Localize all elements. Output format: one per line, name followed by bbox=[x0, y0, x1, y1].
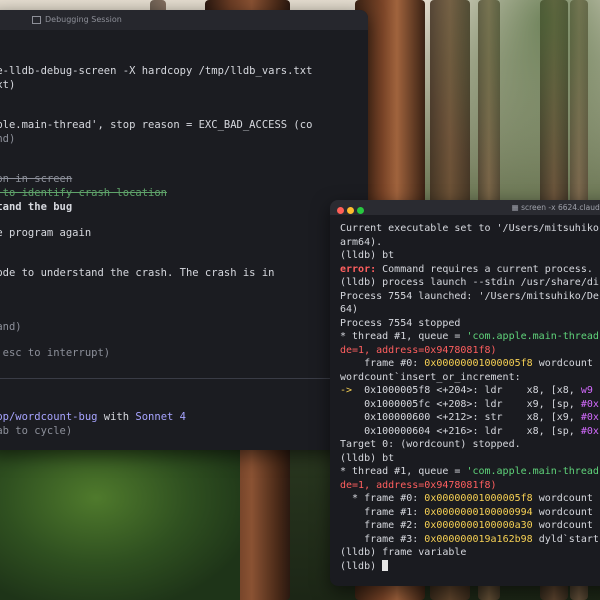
output-line: and) bbox=[0, 133, 16, 145]
foliage bbox=[0, 430, 240, 600]
instr-args: x8, [x9, bbox=[526, 412, 581, 423]
text-cursor bbox=[382, 560, 389, 571]
thread-line: * thread #1, queue = 'com.apple.main-thr… bbox=[340, 330, 599, 344]
disasm-line: 0x100000604 <+216>: ldr x8, [sp, #0x bbox=[340, 425, 599, 439]
instr-offset: #0x bbox=[580, 398, 599, 410]
frame-label: * frame #0: bbox=[340, 493, 425, 504]
thread-label: * thread #1, queue = bbox=[340, 331, 467, 342]
instr-address: 0x1000005f8 bbox=[364, 385, 431, 396]
window-titlebar[interactable]: ▦ screen -x 6624.claude-lld bbox=[330, 200, 600, 215]
todo-item-active: stand the bug bbox=[0, 201, 73, 213]
output-line: txt) bbox=[0, 79, 16, 91]
tree-canopy bbox=[420, 0, 600, 200]
folder-icon bbox=[32, 15, 41, 24]
prompt-label: (lldb) bbox=[340, 560, 383, 572]
frame-address: 0x00000001000005f8 bbox=[424, 358, 533, 369]
instr-args: x8, [sp, bbox=[526, 425, 581, 437]
instr-args: x8, [x8, bbox=[526, 385, 581, 396]
window-title: screen -x 6624.claude-lld bbox=[521, 203, 600, 212]
folder-icon: ▦ bbox=[511, 203, 522, 212]
divider bbox=[0, 378, 368, 379]
thread-line: * thread #1, queue = 'com.apple.main-thr… bbox=[340, 465, 599, 479]
lldb-output[interactable]: Current executable set to '/Users/mitsuh… bbox=[340, 222, 600, 586]
output-line: Process 7554 stopped bbox=[340, 317, 461, 329]
disasm-line: -> 0x1000005f8 <+204>: ldr x8, [x8, w9 bbox=[340, 384, 593, 398]
backtrace-frame: frame #1: 0x0000000100000994 wordcount bbox=[340, 506, 593, 520]
zoom-button[interactable] bbox=[357, 207, 364, 214]
disasm-line: 0x1000005fc <+208>: ldr x9, [sp, #0x bbox=[340, 398, 599, 412]
instr-op: <+204>: ldr bbox=[430, 385, 527, 396]
instr-op: 0x100000600 <+212>: str bbox=[340, 412, 527, 423]
output-line: arm64). bbox=[340, 236, 383, 248]
todo-item-done: ion in screen bbox=[0, 173, 73, 185]
instr-register: w9 bbox=[580, 385, 593, 396]
lldb-command: (lldb) bt bbox=[340, 250, 395, 261]
output-line: code to understand the crash. The crash … bbox=[0, 267, 275, 279]
frame-label: frame #0: bbox=[340, 358, 425, 369]
instr-args: x9, [sp, bbox=[526, 398, 581, 410]
lldb-command: (lldb) process launch --stdin /usr/share… bbox=[340, 277, 599, 288]
lldb-terminal-window[interactable]: ▦ screen -x 6624.claude-lld Current exec… bbox=[330, 200, 600, 586]
disasm-line: 0x100000600 <+212>: str x8, [x9, #0x bbox=[340, 411, 599, 425]
output-line: de-lldb-debug-screen -X hardcopy /tmp/ll… bbox=[0, 65, 313, 77]
minimize-button[interactable] bbox=[347, 207, 354, 214]
frame-address: 0x000000019a162b98 bbox=[424, 533, 533, 545]
error-label: error: bbox=[340, 263, 377, 275]
debugging-session-window[interactable]: Debugging Session de-lldb-debug-screen -… bbox=[0, 10, 368, 450]
queue-name: 'com.apple.main-thread bbox=[466, 331, 599, 342]
frame-address: 0x0000000100000a30 bbox=[424, 520, 533, 531]
backtrace-frame: * frame #0: 0x00000001000005f8 wordcount bbox=[340, 492, 593, 506]
interrupt-hint: · esc to interrupt) bbox=[0, 347, 111, 359]
output-line: pple.main-thread', stop reason = EXC_BAD… bbox=[0, 119, 313, 131]
frame-line: frame #0: 0x00000001000005f8 wordcount bbox=[340, 357, 593, 371]
queue-name: 'com.apple.main-thread bbox=[466, 466, 599, 477]
frame-label: frame #3: bbox=[340, 533, 425, 545]
stop-reason: de=1, address=0x9478081f8) bbox=[340, 344, 497, 356]
instr-offset: #0x bbox=[580, 425, 599, 437]
frame-module: wordcount bbox=[532, 493, 593, 504]
function-label: wordcount`insert_or_increment: bbox=[340, 371, 521, 383]
output-line: Target 0: (wordcount) stopped. bbox=[340, 439, 521, 450]
traffic-lights bbox=[337, 204, 367, 219]
lldb-prompt[interactable]: (lldb) bbox=[340, 560, 389, 574]
todo-item-done: d to identify crash location bbox=[0, 187, 168, 199]
frame-module: dyld`start bbox=[532, 533, 599, 545]
lldb-command: (lldb) frame variable bbox=[340, 547, 467, 558]
status-with: with bbox=[97, 411, 136, 423]
error-line: error: Command requires a current proces… bbox=[340, 263, 593, 277]
backtrace-frame: frame #2: 0x0000000100000a30 wordcount bbox=[340, 519, 593, 533]
thread-label: * thread #1, queue = bbox=[340, 466, 467, 477]
model-name[interactable]: Sonnet 4 bbox=[135, 411, 186, 423]
frame-address: 0x00000001000005f8 bbox=[424, 493, 533, 504]
frame-module: wordcount bbox=[532, 520, 593, 531]
status-line: top/wordcount-bug with Sonnet 4 bbox=[0, 410, 186, 424]
project-path: top/wordcount-bug bbox=[0, 411, 98, 423]
terminal-output[interactable]: de-lldb-debug-screen -X hardcopy /tmp/ll… bbox=[0, 30, 368, 450]
window-title: Debugging Session bbox=[45, 15, 122, 24]
frame-module: wordcount bbox=[532, 506, 593, 518]
instr-op: 0x1000005fc <+208>: ldr bbox=[340, 398, 527, 410]
frame-label: frame #2: bbox=[340, 520, 425, 531]
output-line: 64) bbox=[340, 304, 359, 315]
close-button[interactable] bbox=[337, 207, 344, 214]
tab-cycle-hint: tab to cycle) bbox=[0, 425, 73, 437]
stop-reason: de=1, address=0x9478081f8) bbox=[340, 479, 497, 491]
todo-item: he program again bbox=[0, 227, 92, 239]
instr-op: 0x100000604 <+216>: ldr bbox=[340, 425, 527, 437]
frame-address: 0x0000000100000994 bbox=[424, 506, 533, 518]
frame-module: wordcount bbox=[532, 358, 593, 369]
output-line: pand) bbox=[0, 321, 22, 333]
lldb-command: (lldb) bt bbox=[340, 452, 395, 464]
instr-offset: #0x bbox=[580, 412, 599, 423]
frame-label: frame #1: bbox=[340, 506, 425, 518]
error-message: Command requires a current process. bbox=[376, 263, 593, 275]
backtrace-frame: frame #3: 0x000000019a162b98 dyld`start bbox=[340, 533, 599, 547]
window-titlebar[interactable]: Debugging Session bbox=[0, 10, 368, 30]
output-line: Process 7554 launched: '/Users/mitsuhiko… bbox=[340, 290, 599, 302]
output-line: Current executable set to '/Users/mitsuh… bbox=[340, 223, 599, 234]
current-pc-arrow: -> bbox=[340, 385, 365, 396]
